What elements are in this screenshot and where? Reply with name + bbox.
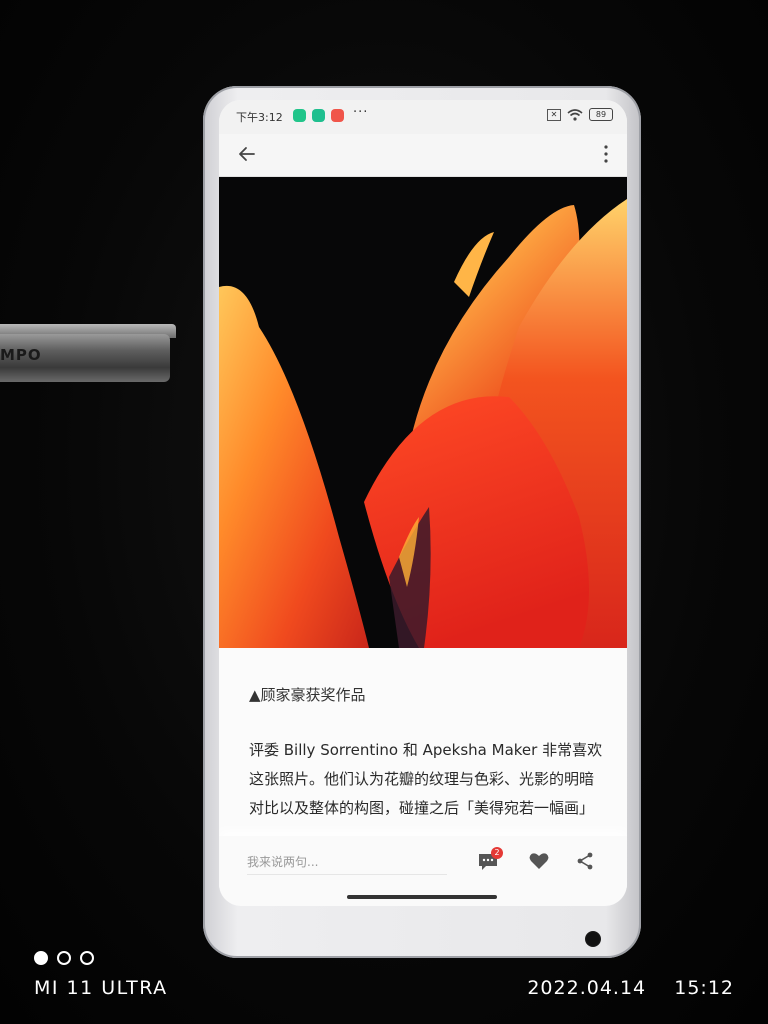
- share-icon[interactable]: [574, 850, 596, 872]
- photo-caption: ▲顾家豪获奖作品: [249, 686, 366, 704]
- watermark-model: MI 11 ULTRA: [34, 977, 168, 999]
- comment-input[interactable]: 我来说两句...: [247, 850, 447, 875]
- top-toolbar: [219, 134, 627, 177]
- vertical-dots-icon[interactable]: [603, 144, 609, 164]
- watermark-date: 2022.04.14: [527, 977, 647, 999]
- camera-mode-dots: [34, 951, 94, 965]
- heart-icon[interactable]: [528, 850, 550, 872]
- dot-filled-icon: [34, 951, 48, 965]
- arrow-left-icon[interactable]: [235, 142, 259, 166]
- stylus-pen: MPO: [0, 324, 176, 386]
- pen-brand-text: MPO: [0, 346, 42, 364]
- app-icon-green: [293, 109, 306, 122]
- phone-screen: 下午3:12 ··· ✕ 89 ▲顾家豪获奖作品 评委 Billy Sorren…: [219, 100, 627, 906]
- tulip-photo[interactable]: [219, 177, 627, 648]
- dot-outline-icon: [57, 951, 71, 965]
- comment-bar: 我来说两句... 2: [219, 836, 627, 888]
- status-time: 下午3:12: [236, 111, 283, 124]
- home-indicator[interactable]: [347, 895, 497, 899]
- dot-outline-icon: [80, 951, 94, 965]
- status-bar: 下午3:12 ··· ✕ 89: [219, 100, 627, 134]
- watermark-datetime: 2022.04.14 15:12: [527, 977, 734, 999]
- article-body: 评委 Billy Sorrentino 和 Apeksha Maker 非常喜欢…: [249, 741, 603, 817]
- front-camera: [585, 931, 601, 947]
- comment-count-badge: 2: [491, 847, 503, 859]
- article-content: ▲顾家豪获奖作品 评委 Billy Sorrentino 和 Apeksha M…: [219, 648, 627, 838]
- more-notifications-icon: ···: [353, 105, 369, 120]
- battery-icon: 89: [589, 108, 613, 121]
- watermark-time: 15:12: [674, 977, 734, 999]
- no-sim-icon: ✕: [547, 108, 561, 121]
- tulip-illustration: [219, 177, 627, 648]
- wifi-icon: [567, 108, 583, 121]
- app-icon-red: [331, 109, 344, 122]
- app-icon-teal: [312, 109, 325, 122]
